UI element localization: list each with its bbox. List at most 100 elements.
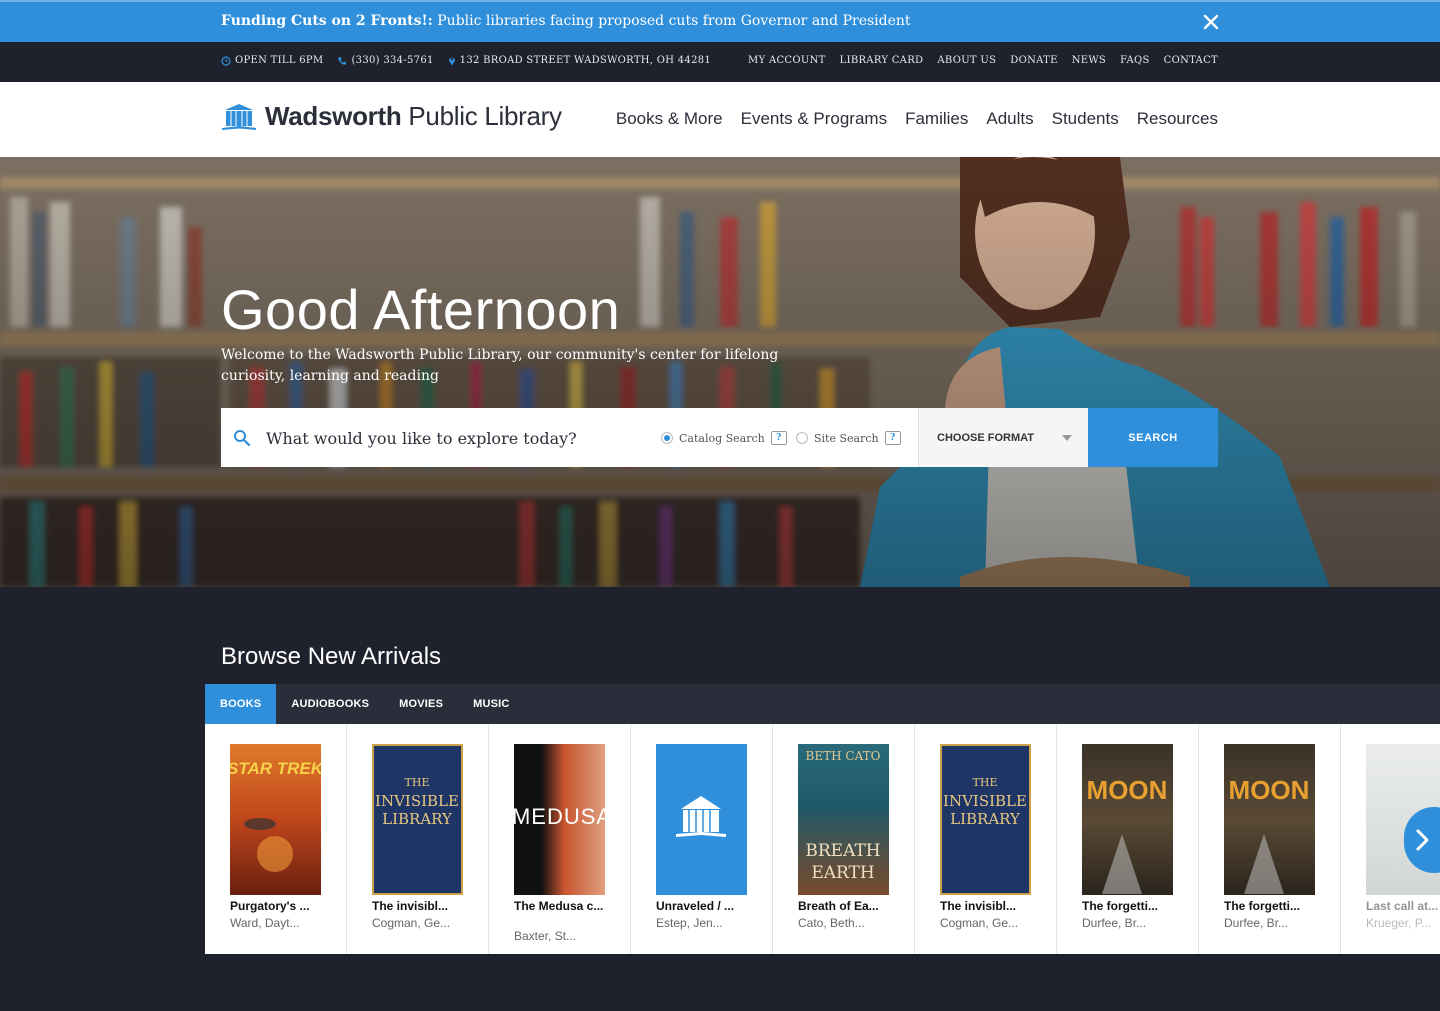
chevron-right-icon — [1416, 829, 1429, 851]
book-cover[interactable]: MOON — [1224, 744, 1315, 895]
book-title: The invisibl... — [940, 899, 1017, 913]
logo-rest: Public Library — [401, 101, 562, 131]
logo-bold: Wadsworth — [265, 101, 402, 131]
map-pin-icon — [448, 57, 455, 66]
alert-message: Public libraries facing proposed cuts fr… — [432, 13, 911, 29]
svg-text:THE: THE — [973, 776, 998, 789]
book-author: Durfee, Br... — [1224, 916, 1289, 930]
book-author: Estep, Jen... — [656, 916, 723, 930]
book-author: Ward, Dayt... — [230, 916, 300, 930]
book-cover[interactable]: STAR TREK — [230, 744, 321, 895]
new-arrivals-carousel: STAR TREK Purgatory's ... Ward, Dayt... … — [205, 724, 1440, 954]
book-author: Cato, Beth... — [798, 916, 865, 930]
svg-text:LIBRARY: LIBRARY — [950, 810, 1021, 828]
nav-events-programs[interactable]: Events & Programs — [741, 109, 887, 129]
alert-text[interactable]: Funding Cuts on 2 Fronts!: Public librar… — [221, 13, 911, 29]
phone-icon — [338, 56, 347, 65]
format-dropdown[interactable]: CHOOSE FORMAT — [918, 408, 1088, 467]
book-title: Unraveled / ... — [656, 899, 735, 913]
format-tabs: BOOKS AUDIOBOOKS MOVIES MUSIC — [205, 684, 1440, 724]
book-title: Breath of Ea... — [798, 899, 879, 913]
catalog-search-radio[interactable] — [661, 432, 673, 444]
faqs-link[interactable]: FAQS — [1120, 55, 1150, 66]
svg-text:BETH CATO: BETH CATO — [806, 749, 881, 763]
site-logo[interactable]: Wadsworth Public Library — [221, 101, 562, 132]
my-account-link[interactable]: MY ACCOUNT — [748, 55, 826, 66]
book-cover[interactable]: BETH CATO BREATH EARTH — [798, 744, 889, 895]
browse-heading: Browse New Arrivals — [221, 643, 442, 670]
book-title: The forgetti... — [1224, 899, 1300, 913]
svg-text:LIBRARY: LIBRARY — [382, 810, 453, 828]
contact-link[interactable]: CONTACT — [1164, 55, 1218, 66]
alert-title: Funding Cuts on 2 Fronts!: — [221, 13, 433, 29]
carousel-next-button[interactable] — [1404, 807, 1440, 873]
site-search-radio[interactable] — [796, 432, 808, 444]
book-title: Purgatory's ... — [230, 899, 310, 913]
utility-links: MY ACCOUNT LIBRARY CARD ABOUT US DONATE … — [748, 55, 1218, 66]
book-cover[interactable]: THE INVISIBLE LIBRARY — [940, 744, 1031, 895]
book-cover[interactable]: MEDUSA — [514, 744, 605, 895]
news-link[interactable]: NEWS — [1072, 55, 1106, 66]
nav-resources[interactable]: Resources — [1137, 109, 1218, 129]
main-nav: Books & More Events & Programs Families … — [616, 109, 1218, 129]
svg-text:EARTH: EARTH — [811, 863, 874, 883]
book-card[interactable]: THE INVISIBLE LIBRARY The invisibl... Cogm… — [347, 724, 489, 954]
book-author: Cogman, Ge... — [940, 916, 1019, 930]
book-cover[interactable] — [656, 744, 747, 895]
tab-books[interactable]: BOOKS — [205, 684, 277, 724]
contact-info: OPEN TILL 6PM (330) 334-5761 132 BROAD S… — [221, 55, 711, 66]
donate-link[interactable]: DONATE — [1010, 55, 1057, 66]
book-cover[interactable]: MOON — [1082, 744, 1173, 895]
search-bar: Catalog Search ? Site Search ? CHOOSE FO… — [221, 408, 1218, 467]
svg-text:MEDUSA: MEDUSA — [514, 804, 605, 829]
close-icon[interactable] — [1201, 12, 1221, 32]
book-card[interactable]: MOON The forgetti... Durfee, Br... — [1199, 724, 1341, 954]
tab-movies[interactable]: MOVIES — [384, 684, 458, 724]
catalog-search-option[interactable]: Catalog Search ? — [661, 431, 787, 445]
alert-banner: Funding Cuts on 2 Fronts!: Public librar… — [0, 0, 1440, 42]
site-search-label: Site Search — [814, 431, 879, 445]
chevron-down-icon — [1062, 435, 1072, 441]
nav-students[interactable]: Students — [1052, 109, 1119, 129]
book-title: The forgetti... — [1082, 899, 1158, 913]
book-card[interactable]: BETH CATO BREATH EARTH Breath of Ea... Cat… — [773, 724, 915, 954]
book-card[interactable]: MOON The forgetti... Durfee, Br... — [1057, 724, 1199, 954]
nav-books-more[interactable]: Books & More — [616, 109, 723, 129]
phone-text: (330) 334-5761 — [351, 55, 434, 66]
book-author: Durfee, Br... — [1082, 916, 1147, 930]
search-button[interactable]: SEARCH — [1088, 408, 1218, 467]
svg-text:BREATH: BREATH — [805, 841, 880, 861]
greeting-heading: Good Afternoon — [221, 278, 621, 341]
site-header: Wadsworth Public Library Books & More Ev… — [0, 82, 1440, 157]
site-search-option[interactable]: Site Search ? — [796, 431, 901, 445]
book-card[interactable]: MEDUSA The Medusa c... Baxter, St... — [489, 724, 631, 954]
search-input[interactable] — [266, 418, 646, 458]
nav-adults[interactable]: Adults — [986, 109, 1033, 129]
tab-music[interactable]: MUSIC — [458, 684, 524, 724]
svg-text:STAR TREK: STAR TREK — [230, 759, 321, 778]
search-icon — [234, 430, 251, 447]
address-info[interactable]: 132 BROAD STREET WADSWORTH, OH 44281 — [448, 55, 711, 66]
logo-text: Wadsworth Public Library — [265, 101, 562, 132]
book-card[interactable]: Unraveled / ... Estep, Jen... — [631, 724, 773, 954]
book-author: Baxter, St... — [514, 929, 577, 943]
format-label: CHOOSE FORMAT — [937, 432, 1034, 444]
nav-families[interactable]: Families — [905, 109, 968, 129]
book-card[interactable]: THE INVISIBLE LIBRARY The invisibl... Cogm… — [915, 724, 1057, 954]
book-card[interactable]: STAR TREK Purgatory's ... Ward, Dayt... — [205, 724, 347, 954]
tab-audiobooks[interactable]: AUDIOBOOKS — [276, 684, 384, 724]
hours-info: OPEN TILL 6PM — [221, 55, 323, 66]
phone-info[interactable]: (330) 334-5761 — [337, 55, 433, 66]
book-cover[interactable]: THE INVISIBLE LIBRARY — [372, 744, 463, 895]
site-help-icon[interactable]: ? — [884, 431, 901, 445]
book-author: Cogman, Ge... — [372, 916, 451, 930]
clock-icon — [221, 55, 231, 66]
hours-text: OPEN TILL 6PM — [235, 55, 324, 66]
svg-text:MOON: MOON — [1087, 775, 1168, 805]
library-card-link[interactable]: LIBRARY CARD — [840, 55, 924, 66]
catalog-help-icon[interactable]: ? — [770, 431, 787, 445]
svg-text:THE: THE — [405, 776, 430, 789]
library-logo-icon — [222, 103, 256, 130]
svg-text:INVISIBLE: INVISIBLE — [375, 792, 459, 810]
about-us-link[interactable]: ABOUT US — [937, 55, 996, 66]
